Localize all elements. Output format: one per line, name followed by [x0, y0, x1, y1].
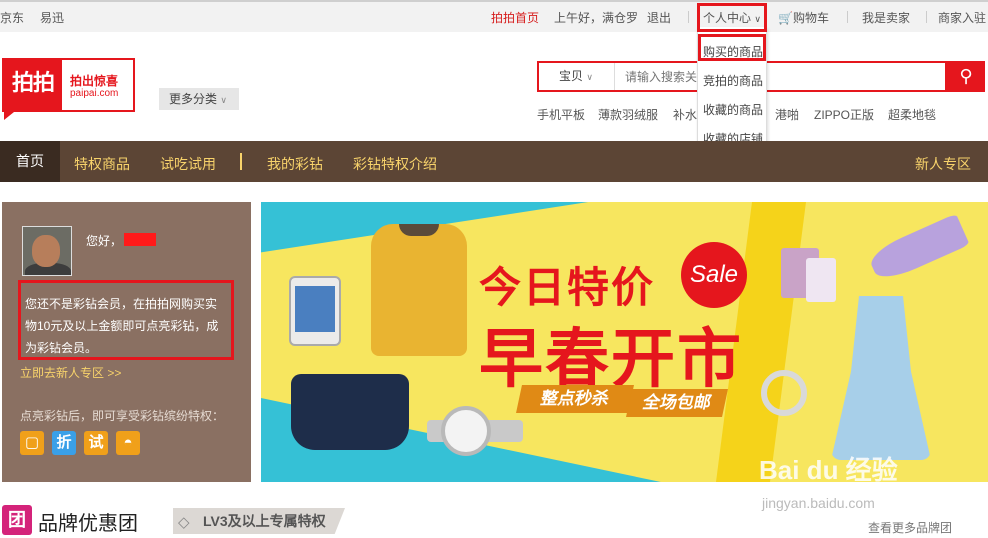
dropdown-item-auctioned[interactable]: 竞拍的商品 — [703, 72, 763, 89]
diamond-icon: ◇ — [178, 514, 190, 531]
nav-home[interactable]: 首页 — [0, 141, 60, 182]
avatar[interactable] — [22, 226, 72, 276]
divider — [688, 11, 689, 23]
go-newbie-link[interactable]: 立即去新人专区 >> — [20, 364, 121, 381]
seller-menu[interactable]: 我是卖家 — [862, 9, 910, 26]
paipai-home-link[interactable]: 拍拍首页 — [491, 9, 539, 26]
shorts-image — [291, 374, 409, 450]
chevron-down-icon: ∨ — [586, 72, 593, 82]
watch-image — [441, 406, 491, 456]
sale-badge: Sale — [681, 242, 747, 308]
membership-notice: 您还不是彩钻会员，在拍拍网购买实物10元及以上金额即可点亮彩钻，成为彩钻会员。 — [18, 280, 234, 360]
ring-image — [761, 370, 807, 416]
group-buy-icon: 团 — [2, 505, 32, 535]
nav-item-privilege-products[interactable]: 特权商品 — [74, 154, 130, 174]
nav-divider — [240, 153, 242, 170]
nav-item-diamond-intro[interactable]: 彩钻特权介绍 — [353, 154, 437, 174]
highlight-box — [697, 3, 767, 32]
nav-item-trial[interactable]: 试吃试用 — [160, 154, 216, 174]
logout-link[interactable]: 退出 — [647, 9, 671, 26]
hotword-link[interactable]: 手机平板 — [537, 106, 585, 123]
discount-icon[interactable]: 折 — [52, 431, 76, 455]
cake-icon[interactable]: ◓ — [116, 431, 140, 455]
greeting-text: 上午好，满仓罗 — [554, 11, 639, 25]
cart-link[interactable]: 🛒购物车 — [778, 9, 829, 26]
jd-link[interactable]: 京东 — [0, 9, 24, 26]
banner-title: 今日特价 — [479, 264, 656, 311]
banner-tag-free-shipping: 全场包邮 — [626, 389, 728, 417]
hello-text: 您好， — [86, 234, 123, 248]
hotword-link[interactable]: 补水 — [673, 106, 697, 123]
user-panel: 您好， 您还不是彩钻会员，在拍拍网购买实物10元及以上金额即可点亮彩钻，成为彩钻… — [2, 202, 251, 482]
paipai-logo[interactable]: 拍拍 拍出惊喜 paipai.com — [2, 58, 135, 120]
brand-section-title: 品牌优惠团 — [38, 513, 138, 535]
dropdown-item-favorite-products[interactable]: 收藏的商品 — [703, 101, 763, 118]
more-brand-link[interactable]: 查看更多品牌团 — [868, 519, 952, 536]
highlight-box — [698, 34, 766, 61]
promo-banner[interactable]: 今日特价 Sale 早春开市 整点秒杀 全场包邮 Bai du 经验 — [261, 202, 988, 482]
watermark-logo: Bai du 经验 — [759, 455, 898, 482]
watermark-url: jingyan.baidu.com — [762, 495, 875, 511]
level-privilege-tag: LV3及以上专属特权 — [173, 508, 345, 534]
nav-item-newbie[interactable]: 新人专区 — [915, 154, 971, 174]
logo-slogan: 拍出惊喜 — [70, 74, 119, 88]
privilege-text: 点亮彩钻后，即可享受彩钻缤纷特权： — [20, 409, 225, 423]
divider — [847, 11, 848, 23]
redacted-username — [124, 233, 156, 246]
coupon-icon[interactable]: ▢ — [20, 431, 44, 455]
banner-tag-flash: 整点秒杀 — [516, 385, 634, 413]
search-input[interactable] — [625, 66, 925, 87]
hotword-link[interactable]: 超柔地毯 — [888, 106, 936, 123]
nav-item-my-diamond[interactable]: 我的彩钻 — [267, 154, 323, 174]
search-button[interactable]: ⚲ — [947, 61, 985, 92]
more-categories-button[interactable]: 更多分类 ∨ — [159, 88, 239, 110]
chevron-down-icon: ∨ — [220, 95, 227, 105]
divider — [926, 11, 927, 23]
hotword-link[interactable]: 薄款羽绒服 — [598, 106, 658, 123]
hotword-link[interactable]: ZIPPO正版 — [814, 106, 874, 123]
search-category-select[interactable]: 宝贝 ∨ — [539, 63, 615, 90]
sweater-image — [371, 224, 467, 356]
search-icon: ⚲ — [959, 66, 973, 86]
trial-icon[interactable]: 试 — [84, 431, 108, 455]
main-nav: 首页 特权商品 试吃试用 我的彩钻 彩钻特权介绍 新人专区 — [0, 141, 988, 182]
cart-icon: 🛒 — [778, 11, 793, 25]
logo-mark: 拍拍 — [4, 60, 62, 120]
merchant-link[interactable]: 商家入驻 — [938, 9, 986, 26]
yixun-link[interactable]: 易迅 — [40, 9, 64, 26]
logo-domain: paipai.com — [70, 88, 119, 99]
hotword-link[interactable]: 港啪 — [775, 106, 799, 123]
top-bar: 京东 易迅 拍拍首页 上午好，满仓罗 退出 个人中心 ∨ 🛒购物车 我是卖家 商… — [0, 0, 988, 32]
